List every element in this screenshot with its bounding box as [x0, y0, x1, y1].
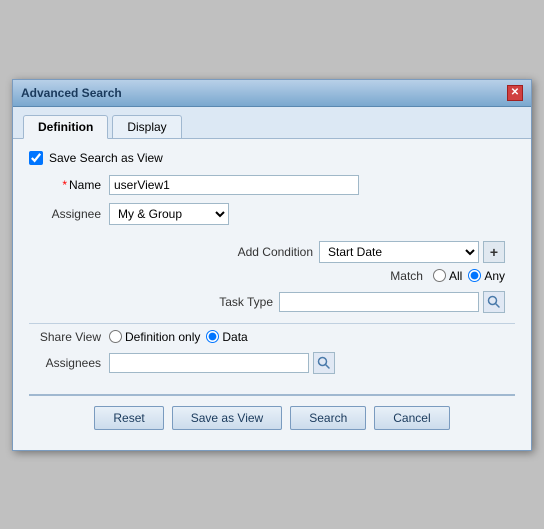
assignees-search-button[interactable] [313, 352, 335, 374]
add-condition-select[interactable]: Start Date Due Date Priority Status [319, 241, 479, 263]
required-marker: * [62, 178, 67, 192]
assignee-label: Assignee [29, 207, 109, 221]
assignees-row: Assignees [29, 352, 515, 374]
dialog-title: Advanced Search [21, 86, 122, 100]
share-definition-only-text: Definition only [125, 330, 200, 344]
share-view-label: Share View [29, 330, 109, 344]
match-any-text: Any [484, 269, 505, 283]
share-view-row: Share View Definition only Data [29, 330, 515, 344]
assignees-search-icon [317, 356, 331, 370]
assignee-select[interactable]: My & Group My Group All [109, 203, 229, 225]
match-any-label[interactable]: Any [468, 269, 505, 283]
share-definition-only-label[interactable]: Definition only [109, 330, 200, 344]
tab-bar: Definition Display [13, 107, 531, 139]
dialog-body: Definition Display Save Search as View *… [13, 107, 531, 450]
match-row: Match All Any [29, 269, 515, 283]
task-type-search-button[interactable] [483, 291, 505, 313]
add-condition-row: Add Condition Start Date Due Date Priori… [29, 241, 515, 263]
share-definition-only-radio[interactable] [109, 330, 122, 343]
search-icon [487, 295, 501, 309]
task-type-label: Task Type [219, 295, 273, 309]
name-row: *Name [29, 175, 515, 195]
match-any-radio[interactable] [468, 269, 481, 282]
cancel-button[interactable]: Cancel [374, 406, 449, 430]
save-search-label: Save Search as View [49, 151, 163, 165]
name-label-group: *Name [29, 178, 109, 192]
share-data-radio[interactable] [206, 330, 219, 343]
add-condition-label: Add Condition [238, 245, 313, 259]
share-data-text: Data [222, 330, 247, 344]
dialog-titlebar: Advanced Search ✕ [13, 80, 531, 107]
match-radio-group: All Any [433, 269, 505, 283]
footer-area: Reset Save as View Search Cancel [29, 394, 515, 438]
save-search-checkbox[interactable] [29, 151, 43, 165]
match-all-text: All [449, 269, 462, 283]
add-condition-button[interactable]: + [483, 241, 505, 263]
footer-buttons: Reset Save as View Search Cancel [29, 406, 515, 430]
task-type-row: Task Type [29, 291, 515, 313]
tab-content: Save Search as View *Name Assignee My & … [13, 139, 531, 450]
footer-divider [29, 394, 515, 396]
close-button[interactable]: ✕ [507, 85, 523, 101]
advanced-search-dialog: Advanced Search ✕ Definition Display Sav… [12, 79, 532, 451]
match-label: Match [390, 269, 423, 283]
tab-definition[interactable]: Definition [23, 115, 108, 139]
share-data-label[interactable]: Data [206, 330, 247, 344]
search-button[interactable]: Search [290, 406, 366, 430]
section-divider [29, 323, 515, 324]
match-all-radio[interactable] [433, 269, 446, 282]
assignees-label: Assignees [29, 356, 109, 370]
assignee-row: Assignee My & Group My Group All [29, 203, 515, 225]
save-search-row: Save Search as View [29, 151, 515, 165]
task-type-input[interactable] [279, 292, 479, 312]
share-view-radio-group: Definition only Data [109, 330, 248, 344]
save-as-view-button[interactable]: Save as View [172, 406, 283, 430]
name-input[interactable] [109, 175, 359, 195]
name-label: Name [69, 178, 101, 192]
reset-button[interactable]: Reset [94, 406, 163, 430]
match-all-label[interactable]: All [433, 269, 462, 283]
assignees-input[interactable] [109, 353, 309, 373]
tab-display[interactable]: Display [112, 115, 181, 138]
